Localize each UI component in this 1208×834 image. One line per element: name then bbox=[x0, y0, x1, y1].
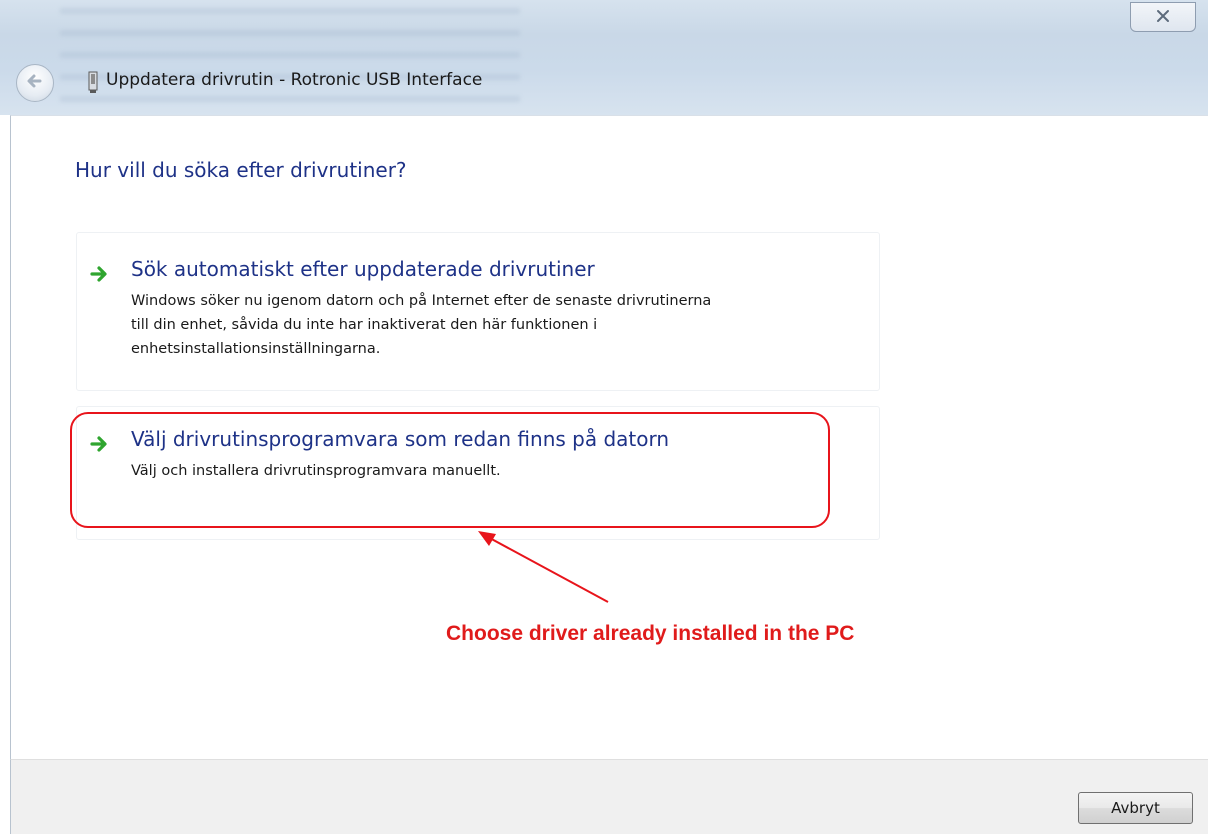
description-line: till din enhet, såvida du inte har inakt… bbox=[131, 317, 598, 333]
annotation-highlight-box bbox=[70, 412, 830, 528]
description-line: Windows söker nu igenom datorn och på In… bbox=[131, 293, 712, 309]
blurred-background bbox=[60, 8, 520, 108]
option-search-automatically[interactable]: Sök automatiskt efter uppdaterade drivru… bbox=[76, 232, 880, 391]
option-title: Sök automatiskt efter uppdaterade drivru… bbox=[131, 257, 595, 281]
annotation-text: Choose driver already installed in the P… bbox=[446, 622, 855, 645]
title-bar bbox=[0, 0, 1208, 115]
page-heading: Hur vill du söka efter drivrutiner? bbox=[75, 158, 407, 182]
back-button[interactable] bbox=[16, 64, 54, 102]
dialog-footer bbox=[10, 759, 1208, 834]
update-driver-dialog: Uppdatera drivrutin - Rotronic USB Inter… bbox=[0, 0, 1208, 834]
close-icon bbox=[1156, 8, 1170, 27]
close-button[interactable] bbox=[1130, 2, 1196, 32]
window-title: Uppdatera drivrutin - Rotronic USB Inter… bbox=[106, 70, 483, 90]
description-line: enhetsinstallationsinställningarna. bbox=[131, 341, 381, 357]
back-arrow-icon bbox=[24, 70, 46, 96]
option-description: Windows söker nu igenom datorn och på In… bbox=[131, 289, 871, 361]
usb-device-icon bbox=[84, 70, 102, 94]
cancel-button[interactable]: Avbryt bbox=[1078, 792, 1193, 824]
green-arrow-icon bbox=[89, 263, 111, 285]
